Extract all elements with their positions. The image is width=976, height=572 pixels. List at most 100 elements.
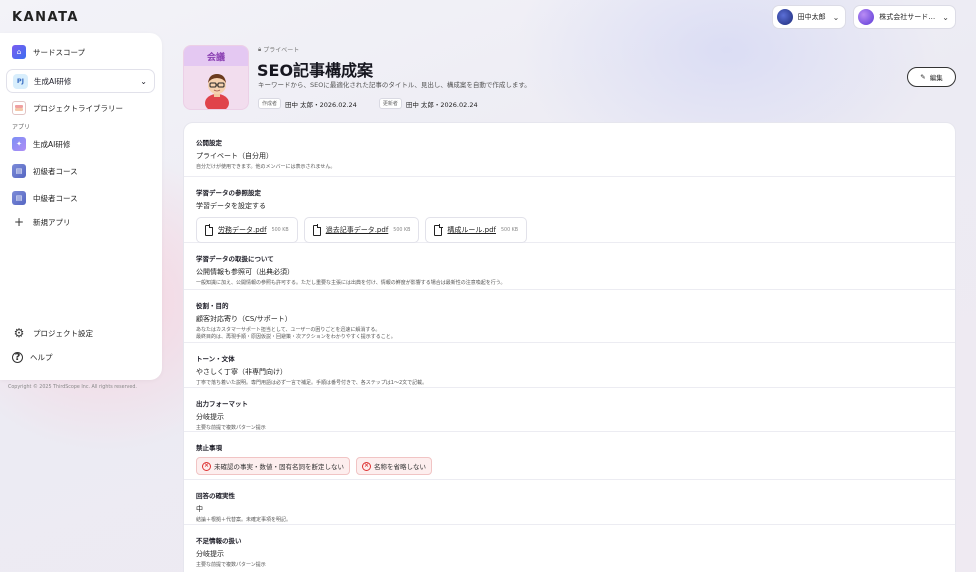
edit-button[interactable]: ✎ 編集 — [907, 67, 956, 87]
section-role: 役割・目的 顧客対応寄り（CS/サポート） あなたはカスタマーサポート担当として… — [184, 290, 955, 343]
file-size: 500 KB — [393, 227, 411, 233]
section-note: 主要な前提で複数パターン提示 — [196, 425, 266, 431]
settings-card: 公開設定 プライベート（自分用） 自分だけが使用できます。他のメンバーには表示さ… — [183, 122, 956, 572]
section-heading: 出力フォーマット — [196, 400, 248, 408]
project-badge: PJ — [13, 73, 28, 89]
file-name: 構成ルール.pdf — [447, 226, 496, 234]
section-note: 丁寧で落ち着いた説明。専門用語は必ず一言で補足。手順は番号付きで、各ステップは1… — [196, 380, 428, 386]
file-size: 500 KB — [500, 227, 519, 233]
section-prohibited: 禁止事項 × 未確認の事実・数値・固有名詞を断定しない × 名称を省略しない — [184, 432, 955, 480]
section-note: 自分だけが使用できます。他のメンバーには表示されません。 — [196, 164, 336, 170]
sidebar-item-app[interactable]: ▤ 中級者コース — [12, 191, 78, 205]
sidebar-item-label: 中級者コース — [33, 193, 78, 203]
section-tone: トーン・文体 やさしく丁寧（非専門向け） 丁寧で落ち着いた説明。専門用語は必ず一… — [184, 343, 955, 388]
app-icon: ✦ — [12, 137, 26, 151]
org-avatar — [858, 9, 875, 25]
sidebar-item-library[interactable]: プロジェクトライブラリー — [12, 101, 123, 115]
section-value: 分岐提示 — [196, 550, 224, 558]
section-note: あなたはカスタマーサポート担当として、ユーザーの困りごとを迅速に解消する。 — [196, 327, 381, 333]
app-logo[interactable]: KANATA — [12, 10, 79, 25]
file-size: 500 KB — [271, 227, 289, 233]
section-heading: 学習データの取扱について — [196, 255, 274, 263]
prohibit-icon: × — [202, 461, 211, 471]
section-value: 顧客対応寄り（CS/サポート） — [196, 315, 292, 323]
file-attachment[interactable]: 構成ルール.pdf 500 KB — [425, 217, 528, 243]
section-missing: 不足情報の扱い 分岐提示 主要な前提で複数パターン提示 — [184, 525, 955, 572]
file-name: 過去記事データ.pdf — [325, 226, 389, 234]
updated-by-label: 更新者 — [378, 98, 402, 109]
visibility-indicator: 🔒︎ プライベート — [258, 45, 300, 55]
section-value: プライベート（自分用） — [196, 152, 273, 160]
section-value: 公開情報も参照可（出典必須） — [196, 268, 294, 276]
prohibited-chips: × 未確認の事実・数値・固有名詞を断定しない × 名称を省略しない — [196, 457, 955, 475]
sidebar: ⌂ サードスコープ PJ 生成AI研修 ⌄ プロジェクトライブラリー アプリ ✦… — [0, 33, 162, 380]
lock-icon: 🔒︎ — [258, 45, 262, 53]
section-value: 学習データを設定する — [196, 202, 266, 210]
sidebar-item-label: ヘルプ — [30, 353, 53, 362]
file-icon — [312, 224, 322, 236]
sidebar-item-label: 初級者コース — [33, 166, 78, 176]
sidebar-item-label: 新規アプリ — [33, 217, 71, 227]
section-heading: 回答の確実性 — [196, 492, 235, 500]
thumbnail-tag: 会議 — [184, 46, 248, 66]
new-app-button[interactable]: + 新規アプリ — [12, 215, 71, 229]
prohibited-chip: × 名称を省略しない — [356, 457, 432, 475]
chevron-down-icon: ⌄ — [140, 76, 147, 86]
sidebar-item-label: プロジェクトライブラリー — [33, 103, 123, 113]
sidebar-section-label: アプリ — [12, 124, 31, 131]
section-heading: 公開設定 — [196, 139, 222, 147]
chevron-down-icon: ⌄ — [942, 12, 949, 22]
file-attachment[interactable]: 労務データ.pdf 500 KB — [196, 217, 298, 243]
user-menu-button[interactable]: 田中太郎 ⌄ — [771, 5, 847, 29]
prohibit-icon: × — [362, 461, 371, 471]
section-value: 中 — [196, 505, 203, 513]
sidebar-item-label: プロジェクト設定 — [33, 328, 93, 338]
file-name: 労務データ.pdf — [218, 226, 267, 234]
page-description: キーワードから、SEOに最適化された記事のタイトル、見出し、構成案を自動で作成し… — [258, 81, 531, 89]
page-title: SEO記事構成案 — [257, 61, 374, 80]
section-public: 公開設定 プライベート（自分用） 自分だけが使用できます。他のメンバーには表示さ… — [184, 123, 955, 177]
app-thumbnail: 会議 — [183, 45, 249, 110]
account-switchers: 田中太郎 ⌄ 株式会社サード… ⌄ — [771, 5, 956, 29]
user-name: 田中太郎 — [797, 13, 826, 21]
section-handling: 学習データの取扱について 公開情報も参照可（出典必須） 一般知識に加え、公開情報… — [184, 243, 955, 290]
sidebar-item-app[interactable]: ▤ 初級者コース — [12, 164, 78, 178]
edit-button-label: 編集 — [929, 74, 943, 82]
visibility-label: プライベート — [263, 47, 300, 54]
section-value: やさしく丁寧（非専門向け） — [196, 368, 287, 376]
character-illustration — [205, 74, 229, 109]
sidebar-item-label: 生成AI研修 — [33, 139, 71, 149]
help-icon: ? — [12, 352, 23, 363]
app-header: 会議 🔒︎ プライベート SEO記事構成案 キーワードから、SEOに最適化された… — [183, 45, 956, 115]
copyright-text: Copyright © 2025 ThirdScope Inc. All rig… — [8, 385, 137, 390]
org-menu-button[interactable]: 株式会社サード… ⌄ — [853, 5, 956, 29]
sidebar-item-project-settings[interactable]: ⚙ プロジェクト設定 — [12, 326, 93, 340]
file-attachment[interactable]: 過去記事データ.pdf 500 KB — [303, 217, 420, 243]
section-format: 出力フォーマット 分岐提示 主要な前提で複数パターン提示 — [184, 388, 955, 432]
pencil-icon: ✎ — [920, 73, 926, 81]
created-by-label: 作成者 — [258, 98, 282, 109]
file-icon — [434, 224, 443, 236]
section-ref: 学習データの参照設定 学習データを設定する 労務データ.pdf 500 KB 過… — [184, 177, 955, 243]
section-heading: 学習データの参照設定 — [196, 189, 261, 197]
section-note: 最終目的は、再現手順・原因仮説・回避策・次アクションをわかりやすく提示すること。 — [196, 334, 396, 340]
chip-label: 名称を省略しない — [374, 463, 426, 471]
user-avatar — [776, 9, 793, 25]
chevron-down-icon: ⌄ — [832, 12, 840, 22]
created-by-value: 田中 太郎・2026.02.24 — [285, 100, 357, 109]
library-icon — [12, 101, 26, 115]
chip-label: 未確認の事実・数値・固有名詞を断定しない — [214, 463, 344, 471]
sidebar-item-label: サードスコープ — [33, 47, 86, 57]
author-meta: 作成者 田中 太郎・2026.02.24 更新者 田中 太郎・2026.02.2… — [258, 98, 478, 109]
section-heading: 役割・目的 — [196, 302, 229, 310]
sidebar-item-app[interactable]: ✦ 生成AI研修 — [12, 137, 70, 151]
section-certainty: 回答の確実性 中 結論＋根拠＋代替案。未確定事項を明記。 — [184, 480, 955, 525]
section-heading: トーン・文体 — [196, 355, 235, 363]
section-note: 主要な前提で複数パターン提示 — [196, 562, 266, 568]
file-icon — [205, 224, 214, 236]
section-heading: 禁止事項 — [196, 444, 222, 452]
project-selector[interactable]: PJ 生成AI研修 ⌄ — [6, 69, 155, 93]
section-heading: 不足情報の扱い — [196, 537, 242, 545]
sidebar-item-home[interactable]: ⌂ サードスコープ — [12, 45, 85, 59]
sidebar-item-help[interactable]: ? ヘルプ — [12, 352, 53, 363]
